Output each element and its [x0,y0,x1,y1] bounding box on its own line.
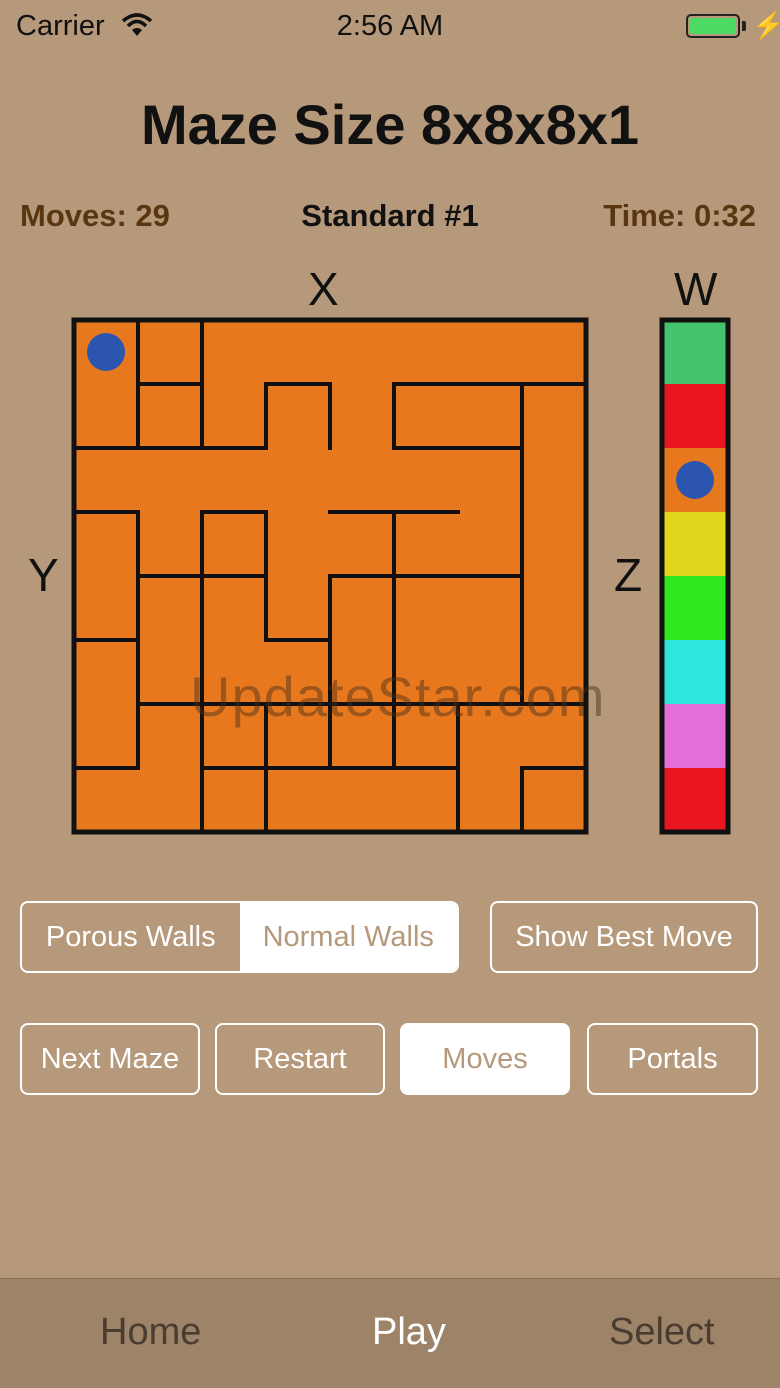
w-level-cell [660,768,730,832]
porous-walls-option[interactable]: Porous Walls [22,903,240,971]
w-level-cell [660,704,730,768]
charging-icon: ⚡ [752,10,780,40]
w-level-cell [660,512,730,576]
w-level-cell [660,640,730,704]
axis-y-label: Y [28,549,59,601]
w-level-cell [660,384,730,448]
moves-button[interactable]: Moves [400,1023,570,1095]
battery-icon [686,14,740,38]
portals-button[interactable]: Portals [587,1023,758,1095]
battery-nub [742,21,746,31]
tab-bar: Home Play Select [0,1278,780,1388]
watermark: UpdateStar.com [190,665,606,728]
restart-button[interactable]: Restart [215,1023,385,1095]
tab-play[interactable]: Play [372,1311,446,1354]
w-level-cell [660,320,730,384]
w-level-bar[interactable] [659,317,731,835]
w-level-cell [660,576,730,640]
status-time: 2:56 AM [336,10,444,42]
normal-walls-option[interactable]: Normal Walls [239,903,457,971]
show-best-move-button[interactable]: Show Best Move [490,901,758,973]
status-bar: Carrier 2:56 AM ⚡ [0,0,780,54]
player-marker [87,333,125,371]
next-maze-button[interactable]: Next Maze [20,1023,200,1095]
axis-z-label: Z [614,549,643,601]
timer: Time: 0:32 [603,198,756,233]
tab-select[interactable]: Select [609,1311,715,1354]
tab-home[interactable]: Home [100,1311,201,1354]
wall-mode-selector[interactable]: Porous Walls Normal Walls [20,901,459,973]
maze-grid[interactable] [71,317,589,835]
axis-w-label: W [674,263,718,315]
page-title: Maze Size 8x8x8x1 [140,93,640,156]
axis-x-label: X [308,263,339,315]
w-player-marker [676,461,714,499]
